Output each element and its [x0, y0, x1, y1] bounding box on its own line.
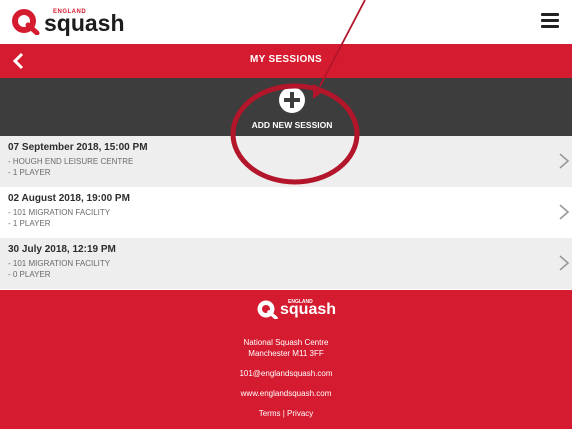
footer-website-link[interactable]: www.englandsquash.com [0, 389, 572, 398]
session-players: - 1 PLAYER [8, 168, 51, 177]
session-date: 02 August 2018, 19:00 PM [8, 193, 130, 204]
chevron-right-icon [559, 204, 570, 220]
session-players: - 1 PLAYER [8, 219, 51, 228]
footer-address-line2: Manchester M11 3FF [248, 349, 324, 358]
logo-wordmark: ENGLAND squash [44, 7, 154, 35]
session-venue: - HOUGH END LEISURE CENTRE [8, 157, 134, 166]
site-footer: ENGLAND squash National Squash Centre Ma… [0, 290, 572, 429]
session-venue: - 101 MIGRATION FACILITY [8, 259, 111, 268]
footer-link-separator: | [282, 409, 285, 418]
squash-logo-icon [12, 9, 40, 35]
england-squash-logo[interactable]: ENGLAND squash [10, 7, 154, 35]
session-date: 07 September 2018, 15:00 PM [8, 142, 148, 153]
session-row[interactable]: 02 August 2018, 19:00 PM - 101 MIGRATION… [0, 187, 572, 238]
add-new-session-label: ADD NEW SESSION [251, 120, 333, 130]
session-venue: - 101 MIGRATION FACILITY [8, 208, 111, 217]
session-row[interactable]: 07 September 2018, 15:00 PM - HOUGH END … [0, 136, 572, 187]
page-title: MY SESSIONS [249, 54, 323, 65]
footer-logo: ENGLAND squash [256, 298, 340, 320]
chevron-right-icon [559, 255, 570, 271]
footer-email-link[interactable]: 101@englandsquash.com [0, 369, 572, 378]
session-players: - 0 PLAYER [8, 270, 51, 279]
chevron-right-icon [559, 153, 570, 169]
footer-legal-links: Terms | Privacy [0, 409, 572, 418]
app-header: ENGLAND squash [0, 0, 572, 43]
plus-circle-icon [279, 87, 305, 113]
add-session-bar: ADD NEW SESSION [0, 78, 572, 136]
squash-logo-icon [257, 300, 278, 319]
session-row[interactable]: 30 July 2018, 12:19 PM - 101 MIGRATION F… [0, 238, 572, 289]
footer-address-line1: National Squash Centre [243, 338, 329, 347]
session-date: 30 July 2018, 12:19 PM [8, 244, 116, 255]
session-list: 07 September 2018, 15:00 PM - HOUGH END … [0, 136, 572, 289]
footer-logo-wordmark: ENGLAND squash [280, 298, 340, 320]
logo-big-text: squash [44, 10, 125, 36]
add-new-session-button[interactable]: ADD NEW SESSION [226, 82, 358, 132]
hamburger-menu-icon[interactable] [541, 13, 559, 29]
footer-logo-big-text: squash [280, 301, 337, 318]
terms-link[interactable]: Terms [259, 409, 281, 418]
page-titlebar: MY SESSIONS [0, 44, 572, 78]
privacy-link[interactable]: Privacy [287, 409, 313, 418]
